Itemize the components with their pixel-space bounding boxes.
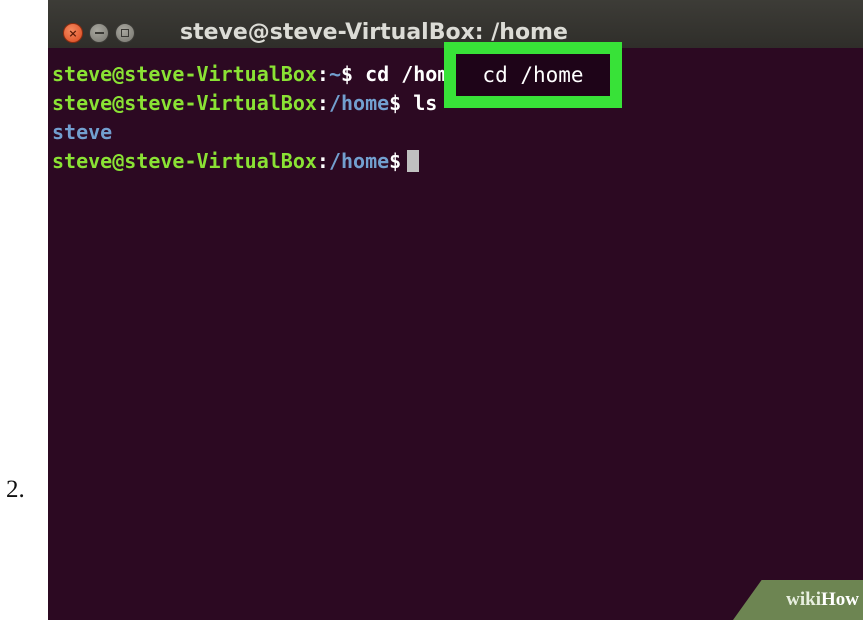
prompt-path: ~ — [328, 62, 341, 86]
prompt-path: /home — [328, 149, 390, 173]
command-text: ls — [413, 91, 438, 115]
terminal-output[interactable]: steve@steve-VirtualBox:~$ cd /home steve… — [52, 60, 461, 176]
prompt-user: steve@steve-VirtualBox — [52, 91, 317, 115]
terminal-cursor — [407, 150, 420, 172]
prompt-colon: : — [316, 149, 329, 173]
maximize-button[interactable] — [115, 23, 135, 43]
minimize-icon — [94, 32, 104, 34]
prompt-user: steve@steve-VirtualBox — [52, 62, 317, 86]
watermark-suffix: How — [821, 589, 859, 610]
wikihow-watermark: wiki How — [733, 580, 863, 620]
close-button[interactable]: × — [63, 23, 83, 43]
prompt-dollar: $ — [341, 62, 354, 86]
highlight-inner: cd /home — [456, 54, 610, 96]
prompt-dollar: $ — [389, 91, 402, 115]
terminal-line: steve — [52, 118, 461, 147]
prompt-path: /home — [328, 91, 390, 115]
window-titlebar[interactable]: × steve@steve-VirtualBox: /home — [48, 0, 863, 48]
prompt-colon: : — [316, 91, 329, 115]
output-text: steve — [52, 120, 113, 144]
close-icon: × — [68, 26, 78, 40]
terminal-window[interactable]: × steve@steve-VirtualBox: /home steve@st… — [48, 0, 863, 620]
maximize-icon — [121, 29, 129, 37]
prompt-colon: : — [316, 62, 329, 86]
command-highlight-box: cd /home — [444, 42, 622, 108]
minimize-button[interactable] — [89, 23, 109, 43]
prompt-user: steve@steve-VirtualBox — [52, 149, 317, 173]
terminal-line: steve@steve-VirtualBox:/home$ ls — [52, 89, 461, 118]
highlight-command: cd /home — [482, 63, 584, 87]
terminal-line: steve@steve-VirtualBox:/home$ — [52, 147, 461, 176]
step-number: 2. — [6, 476, 25, 503]
terminal-line: steve@steve-VirtualBox:~$ cd /home — [52, 60, 461, 89]
prompt-dollar: $ — [389, 149, 402, 173]
watermark-prefix: wiki — [786, 589, 821, 610]
